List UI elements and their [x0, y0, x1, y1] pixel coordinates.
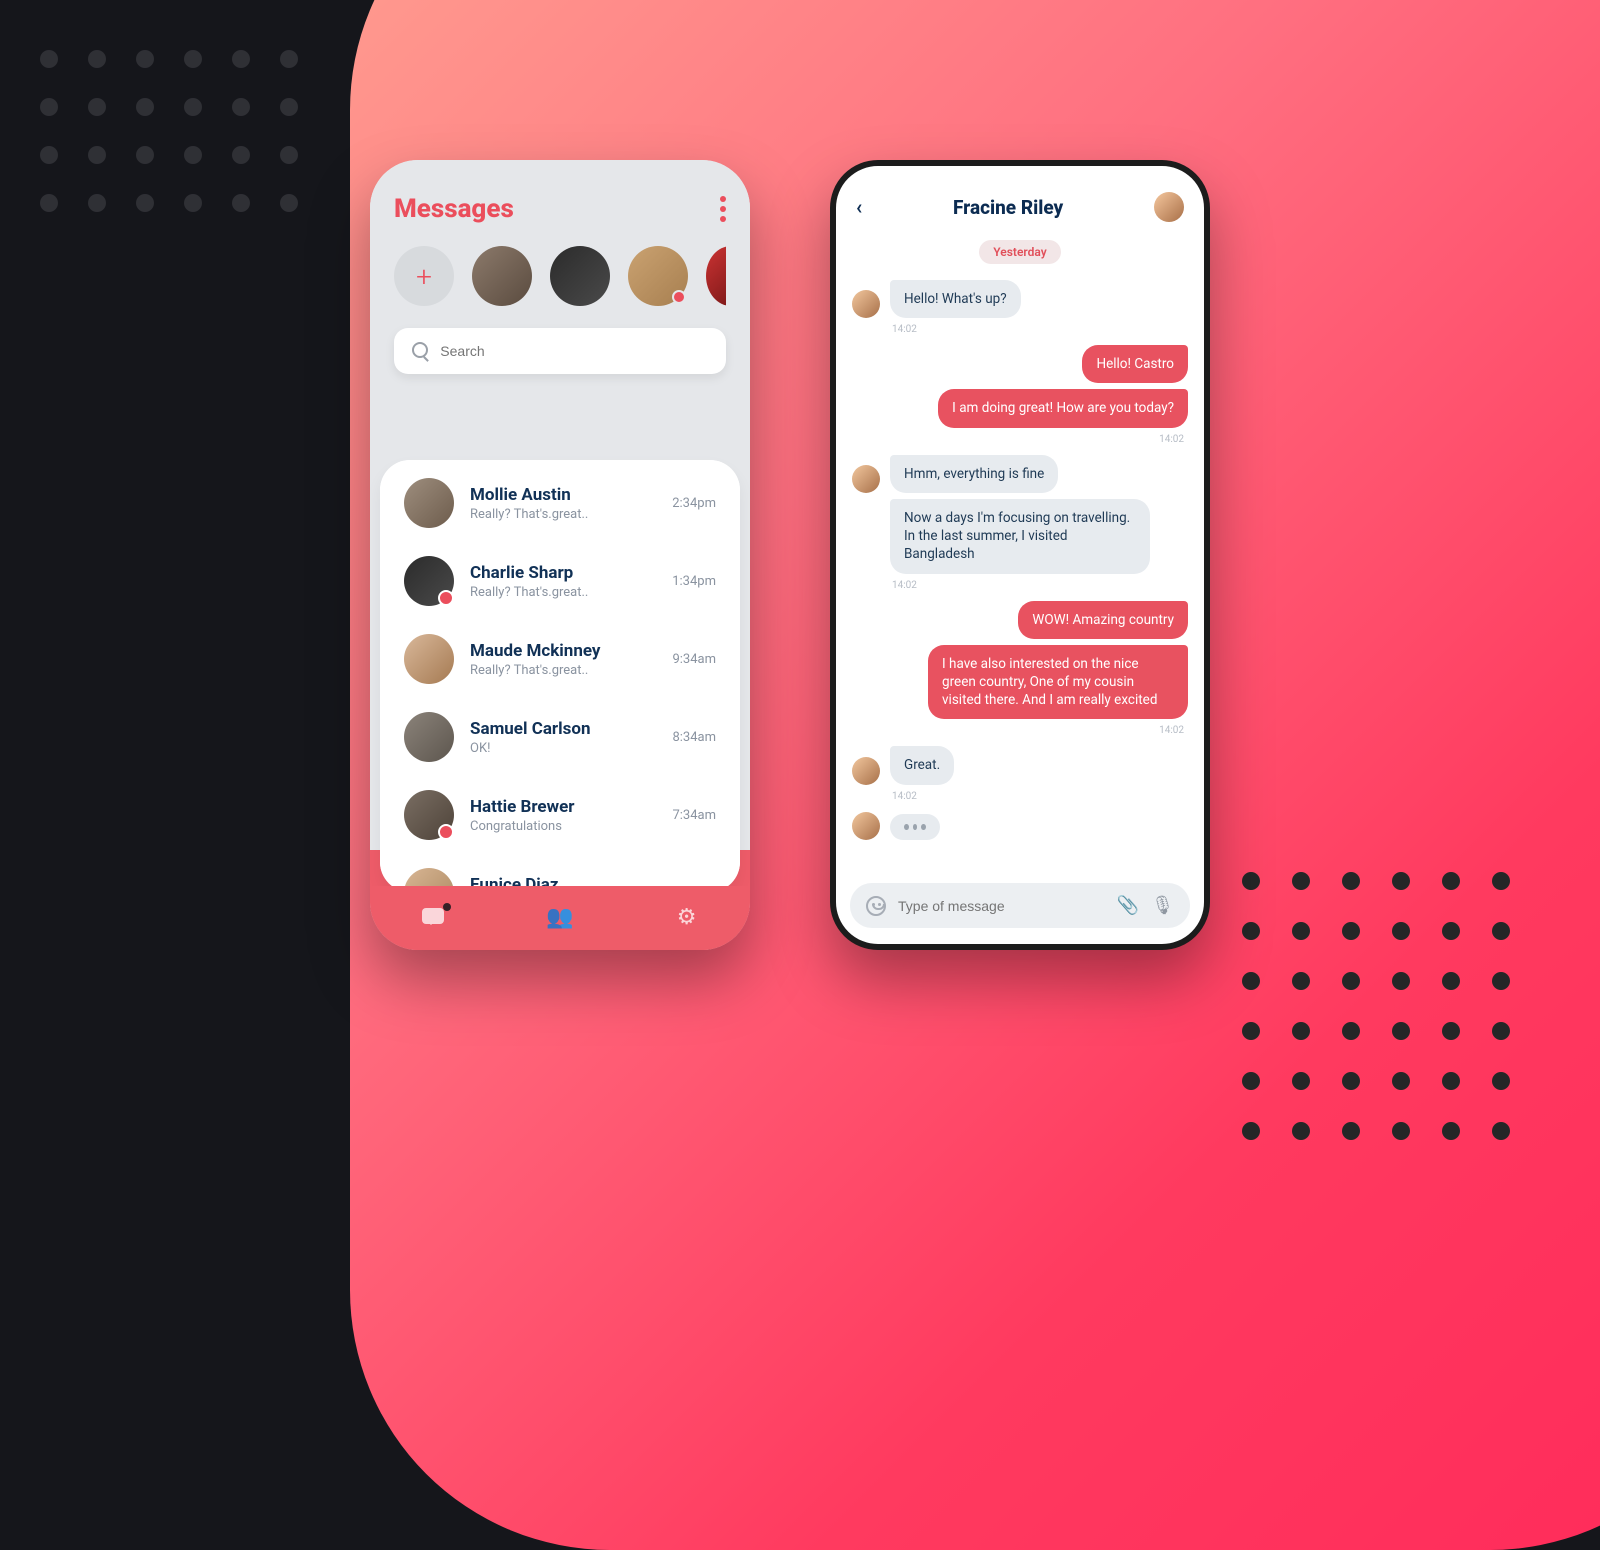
outgoing-message: I am doing great! How are you today? [852, 389, 1188, 427]
conversation-row[interactable]: Mollie Austin Really? That's.great.. 2:34p… [380, 464, 740, 542]
conversation-preview: Really? That's.great.. [470, 585, 656, 600]
message-bubble: WOW! Amazing country [1018, 601, 1188, 639]
chat-screen: ‹ Fracine Riley Yesterday Hello! What's … [830, 160, 1210, 950]
bottom-tab-bar: 👥 ⚙ [370, 886, 750, 950]
tab-chats-icon[interactable] [418, 906, 448, 930]
message-bubble: Hello! What's up? [890, 280, 1021, 318]
message-avatar [852, 290, 880, 318]
message-timestamp: 14:02 [892, 324, 1184, 335]
conversation-time: 8:34am [672, 730, 716, 745]
message-timestamp: 14:02 [852, 725, 1184, 736]
message-avatar [852, 465, 880, 493]
more-menu-icon[interactable] [720, 196, 726, 222]
message-bubble: Great. [890, 746, 954, 784]
tab-settings-icon[interactable]: ⚙ [672, 906, 702, 930]
message-timestamp: 14:02 [852, 434, 1184, 445]
conversation-time: 7:34am [672, 808, 716, 823]
message-avatar [852, 757, 880, 785]
conversation-name: Hattie Brewer [470, 797, 656, 817]
avatar [404, 556, 454, 606]
conversation-name: Maude Mckinney [470, 641, 656, 661]
conversation-time: 9:34am [672, 652, 716, 667]
typing-indicator [852, 812, 1188, 840]
incoming-message: Great. [852, 746, 1188, 784]
decorative-dots-bottom-right [1242, 872, 1510, 1140]
stories-strip: + [394, 246, 726, 306]
message-timestamp: 14:02 [892, 580, 1184, 591]
conversation-list: Mollie Austin Really? That's.great.. 2:34p… [380, 460, 740, 892]
conversation-preview: Really? That's.great.. [470, 663, 656, 678]
story-avatar[interactable] [628, 246, 688, 306]
conversation-preview: Really? That's.great.. [470, 507, 656, 522]
conversation-preview: Congratulations [470, 819, 656, 834]
attachment-icon[interactable]: 📎 [1117, 895, 1139, 916]
avatar [404, 478, 454, 528]
conversation-row[interactable]: Maude Mckinney Really? That's.great.. 9:34… [380, 620, 740, 698]
emoji-icon[interactable] [866, 896, 886, 916]
avatar [404, 712, 454, 762]
conversation-row[interactable]: Samuel Carlson OK! 8:34am [380, 698, 740, 776]
page-title: Messages [394, 194, 514, 224]
message-composer: 📎 🎙 [850, 883, 1190, 928]
story-avatar[interactable] [706, 246, 726, 306]
add-story-button[interactable]: + [394, 246, 454, 306]
message-bubble: Now a days I'm focusing on travelling. I… [890, 499, 1150, 574]
message-bubble: I am doing great! How are you today? [938, 389, 1188, 427]
conversation-time: 2:34pm [672, 496, 716, 511]
story-avatar[interactable] [550, 246, 610, 306]
conversation-name: Mollie Austin [470, 485, 656, 505]
day-separator: Yesterday [979, 240, 1060, 264]
search-icon [412, 342, 428, 360]
message-bubble: Hello! Castro [1082, 345, 1188, 383]
conversation-row[interactable]: Charlie Sharp Really? That's.great.. 1:34p… [380, 542, 740, 620]
incoming-message: Hello! What's up? [852, 280, 1188, 318]
outgoing-message: I have also interested on the nice green… [852, 645, 1188, 720]
decorative-dots-top-left [40, 50, 298, 212]
outgoing-message: Hello! Castro [852, 345, 1188, 383]
incoming-message: Now a days I'm focusing on travelling. I… [852, 499, 1188, 574]
incoming-message: Hmm, everything is fine [852, 455, 1188, 493]
search-field[interactable] [394, 328, 726, 374]
search-input[interactable] [440, 343, 708, 359]
composer-input[interactable] [898, 898, 1105, 914]
messages-screen: Messages + Mollie Austin Really? That's.g… [370, 160, 750, 950]
conversation-name: Charlie Sharp [470, 563, 656, 583]
conversation-name: Samuel Carlson [470, 719, 656, 739]
chat-contact-name: Fracine Riley [953, 196, 1063, 219]
tab-contacts-icon[interactable]: 👥 [545, 906, 575, 930]
contact-avatar[interactable] [1154, 192, 1184, 222]
message-timestamp: 14:02 [892, 791, 1184, 802]
message-avatar [852, 812, 880, 840]
message-bubble: I have also interested on the nice green… [928, 645, 1188, 720]
outgoing-message: WOW! Amazing country [852, 601, 1188, 639]
mic-icon[interactable]: 🎙 [1151, 895, 1174, 916]
message-thread: Hello! What's up? 14:02 Hello! Castro I am … [836, 280, 1204, 840]
avatar [404, 790, 454, 840]
avatar [404, 634, 454, 684]
conversation-time: 1:34pm [672, 574, 716, 589]
back-button[interactable]: ‹ [856, 195, 862, 219]
conversation-preview: OK! [470, 741, 656, 756]
message-bubble: Hmm, everything is fine [890, 455, 1058, 493]
conversation-row[interactable]: Hattie Brewer Congratulations 7:34am [380, 776, 740, 854]
story-avatar[interactable] [472, 246, 532, 306]
